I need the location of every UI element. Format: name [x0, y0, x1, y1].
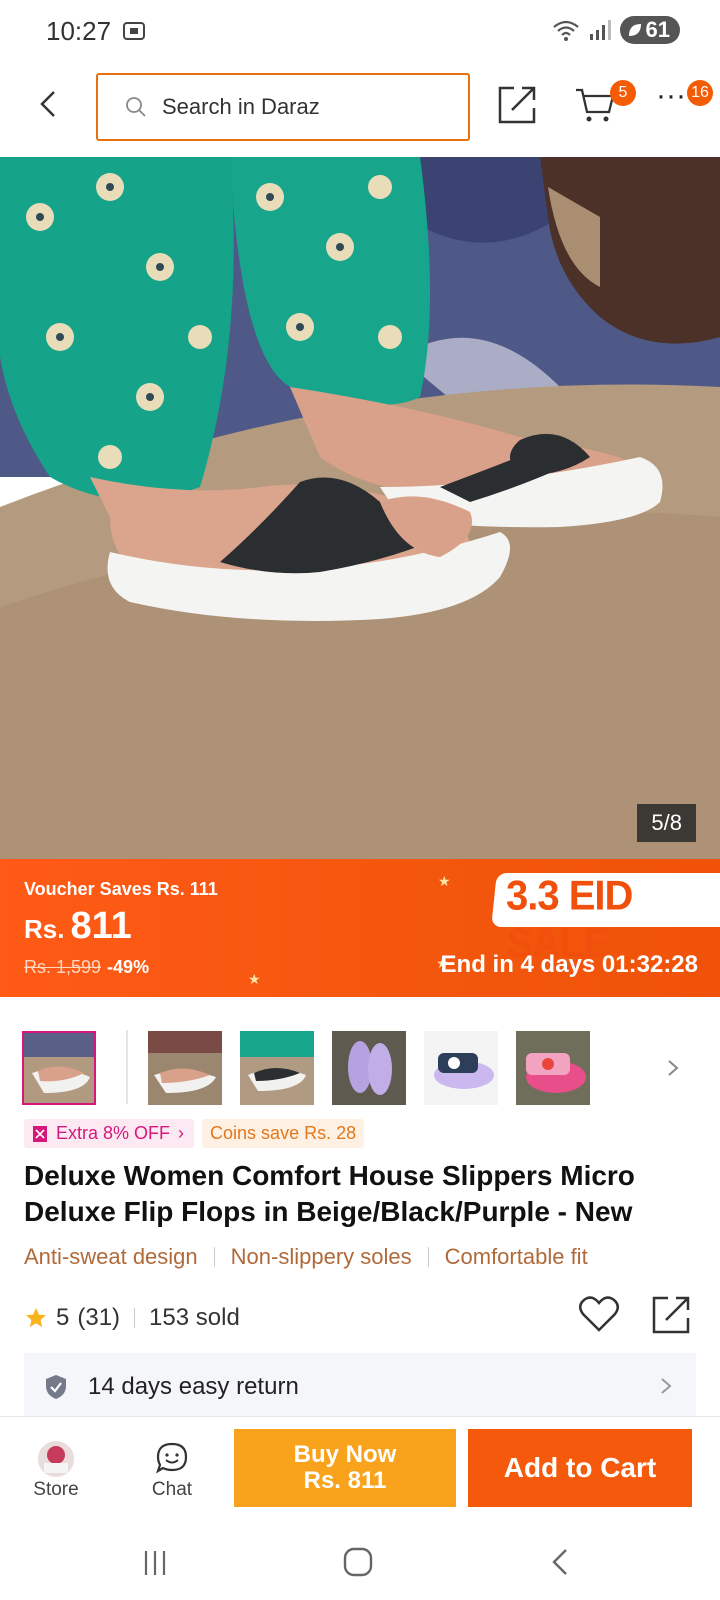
thumbnail-6[interactable] — [516, 1031, 590, 1105]
original-price-row: Rs. 1,599 -49% — [24, 957, 149, 978]
thumbnail-2[interactable] — [148, 1031, 222, 1105]
home-icon[interactable] — [342, 1546, 374, 1578]
coins-save-tag: Coins save Rs. 28 — [202, 1119, 365, 1148]
product-image-gallery[interactable]: 5/8 — [0, 157, 720, 859]
cart-count-badge: 5 — [610, 80, 636, 106]
search-bar[interactable] — [96, 73, 470, 141]
discount-percent: -49% — [107, 957, 150, 977]
feature-item: Comfortable fit — [444, 1244, 588, 1269]
thumbnail-3[interactable] — [240, 1031, 314, 1105]
star-icon — [26, 1308, 46, 1327]
sale-price: Rs. 811 — [24, 905, 132, 948]
system-back-icon[interactable] — [548, 1546, 572, 1578]
system-navigation-bar — [0, 1524, 720, 1600]
chevron-right-icon: › — [178, 1123, 185, 1143]
search-icon — [126, 97, 146, 117]
rating-value: 5 — [56, 1304, 70, 1331]
thumbnail-1[interactable] — [22, 1031, 96, 1105]
wishlist-heart-icon[interactable] — [578, 1294, 620, 1334]
extra-off-label: Extra 8% OFF — [56, 1123, 171, 1143]
sparkle-icon: ★ — [248, 971, 261, 987]
divider — [213, 1247, 215, 1267]
status-bar: 10:27 61 — [0, 0, 720, 62]
add-to-cart-button[interactable]: Add to Cart — [468, 1429, 692, 1507]
back-arrow-icon[interactable] — [30, 86, 66, 122]
feature-item: Anti-sweat design — [24, 1244, 198, 1269]
signal-icon — [589, 20, 611, 40]
buy-now-label: Buy Now — [293, 1441, 397, 1468]
product-title: Deluxe Women Comfort House Slippers Micr… — [24, 1160, 635, 1227]
chat-button[interactable]: Chat — [136, 1441, 208, 1501]
share-icon[interactable] — [496, 84, 538, 126]
share-icon[interactable] — [650, 1294, 692, 1336]
voucher-icon — [33, 1125, 47, 1142]
notification-count-badge: 16 — [687, 80, 713, 106]
sale-countdown: End in 4 days 01:32:28 — [440, 951, 698, 978]
wifi-icon — [552, 20, 579, 41]
screen-cast-icon — [123, 22, 145, 40]
rating-count: (31) — [77, 1304, 121, 1331]
store-label: Store — [33, 1479, 79, 1500]
divider — [134, 1308, 136, 1328]
recent-apps-icon[interactable] — [140, 1548, 170, 1578]
chevron-right-icon[interactable] — [666, 1058, 680, 1078]
shield-check-icon — [46, 1375, 66, 1399]
image-counter: 5/8 — [637, 804, 696, 842]
return-policy-row[interactable]: 14 days easy return — [24, 1353, 696, 1421]
buy-now-button[interactable]: Buy Now Rs. 811 — [234, 1429, 456, 1507]
store-button[interactable]: Store — [20, 1441, 92, 1501]
store-avatar — [38, 1441, 74, 1477]
more-options-icon[interactable]: ··· — [656, 81, 690, 126]
battery-indicator: 61 — [619, 16, 680, 44]
original-price: Rs. 1,599 — [24, 957, 102, 977]
battery-level: 61 — [645, 17, 670, 42]
extra-off-tag[interactable]: Extra 8% OFF › — [24, 1119, 195, 1148]
return-policy-text: 14 days easy return — [88, 1373, 299, 1400]
buy-now-price: Rs. 811 — [303, 1467, 387, 1494]
thumbnail-4[interactable] — [332, 1031, 406, 1105]
chevron-right-icon — [661, 1378, 672, 1394]
price-currency: Rs. — [24, 914, 65, 944]
sparkle-icon: ★ — [438, 873, 451, 889]
price-amount: 811 — [70, 905, 132, 947]
chat-label: Chat — [151, 1479, 193, 1500]
feature-item: Non-slippery soles — [230, 1244, 412, 1269]
thumbnail-divider — [126, 1030, 128, 1104]
chat-icon — [156, 1442, 188, 1474]
battery-saver-icon — [628, 24, 641, 36]
feature-highlights: Anti-sweat design Non-slippery soles Com… — [24, 1244, 588, 1270]
search-input[interactable] — [162, 94, 442, 120]
top-header: 5 ··· 16 — [0, 62, 720, 157]
thumbnail-5[interactable] — [424, 1031, 498, 1105]
status-time: 10:27 — [46, 16, 112, 46]
voucher-savings: Voucher Saves Rs. 111 — [24, 879, 218, 899]
image-thumbnails — [0, 1030, 720, 1105]
status-icons: 61 — [552, 16, 680, 44]
eid-sale-banner: Voucher Saves Rs. 111 Rs. 811 Rs. 1,599 -4… — [0, 859, 720, 997]
bottom-action-bar: Store Chat Buy Now Rs. 811 Add to Cart — [0, 1416, 720, 1524]
divider — [427, 1247, 429, 1267]
promo-tags: Extra 8% OFF › Coins save Rs. 28 — [24, 1119, 365, 1148]
product-photo — [0, 157, 720, 859]
sold-count: 153 sold — [149, 1304, 240, 1331]
